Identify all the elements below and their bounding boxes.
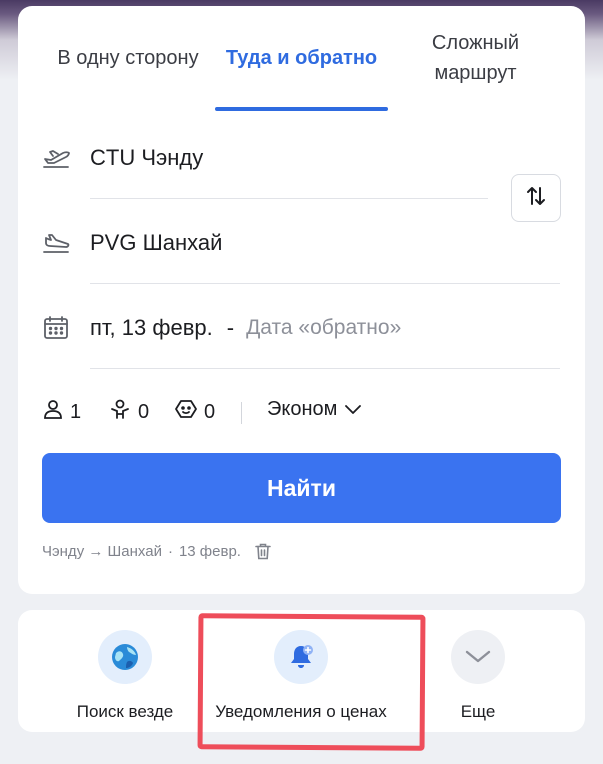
tab-multi-city-label-1: Сложный (431, 32, 520, 54)
origin-value: CTU Чэнду (90, 145, 204, 170)
plane-landing-icon (42, 229, 76, 257)
dates-field[interactable]: пт, 13 февр. - Дата «обратно» (42, 314, 401, 342)
divider (90, 198, 488, 199)
departure-date: пт, 13 февр. (90, 315, 213, 340)
tab-one-way-label: В одну сторону (57, 47, 199, 69)
highlight-annotation-box (197, 613, 426, 751)
child-icon (108, 398, 132, 426)
search-anywhere-label: Поиск везде (76, 702, 174, 721)
tab-round-trip[interactable]: Туда и обратно (215, 6, 388, 110)
search-card: В одну сторону Туда и обратно Сложный ма… (18, 6, 585, 594)
destination-field[interactable]: PVG Шанхай (42, 229, 222, 257)
chevron-down-icon (345, 398, 362, 421)
origin-field[interactable]: CTU Чэнду (42, 144, 203, 172)
plane-takeoff-icon (42, 144, 76, 172)
search-anywhere-button[interactable]: Поиск везде (25, 610, 225, 722)
tab-round-trip-label: Туда и обратно (225, 47, 378, 69)
recent-dot: · (167, 543, 173, 560)
chevron-down-icon (451, 630, 505, 684)
infants-counter[interactable]: 0 (174, 398, 215, 426)
divider (90, 283, 560, 284)
more-label: Еще (460, 702, 496, 721)
recent-route: Чэнду → Шанхай (42, 543, 162, 560)
tab-multi-city[interactable]: Сложный маршрут (398, 6, 553, 110)
baby-face-icon (174, 398, 198, 426)
children-count: 0 (138, 400, 150, 423)
active-tab-indicator (215, 107, 388, 111)
globe-icon (98, 630, 152, 684)
swap-arrows-icon (524, 184, 548, 213)
divider (90, 368, 560, 369)
divider (241, 402, 242, 424)
swap-route-button[interactable] (511, 174, 561, 222)
recent-date: 13 февр. (178, 543, 241, 560)
cabin-class-value: Эконом (267, 398, 338, 420)
cabin-class-select[interactable]: Эконом (267, 398, 362, 421)
date-separator: - (226, 315, 235, 340)
tab-one-way[interactable]: В одну сторону (38, 6, 218, 110)
recent-search[interactable]: Чэнду → Шанхай · 13 февр. (42, 543, 271, 560)
adult-person-icon (42, 398, 64, 426)
calendar-icon (42, 314, 76, 342)
tab-multi-city-label-2: маршрут (434, 62, 517, 84)
search-button[interactable]: Найти (42, 453, 561, 523)
trash-icon[interactable] (255, 543, 271, 560)
adults-count: 1 (70, 400, 82, 423)
infants-count: 0 (204, 400, 216, 423)
destination-value: PVG Шанхай (90, 230, 223, 255)
return-date-placeholder[interactable]: Дата «обратно» (246, 316, 401, 340)
children-counter[interactable]: 0 (108, 398, 149, 426)
adults-counter[interactable]: 1 (42, 398, 81, 426)
